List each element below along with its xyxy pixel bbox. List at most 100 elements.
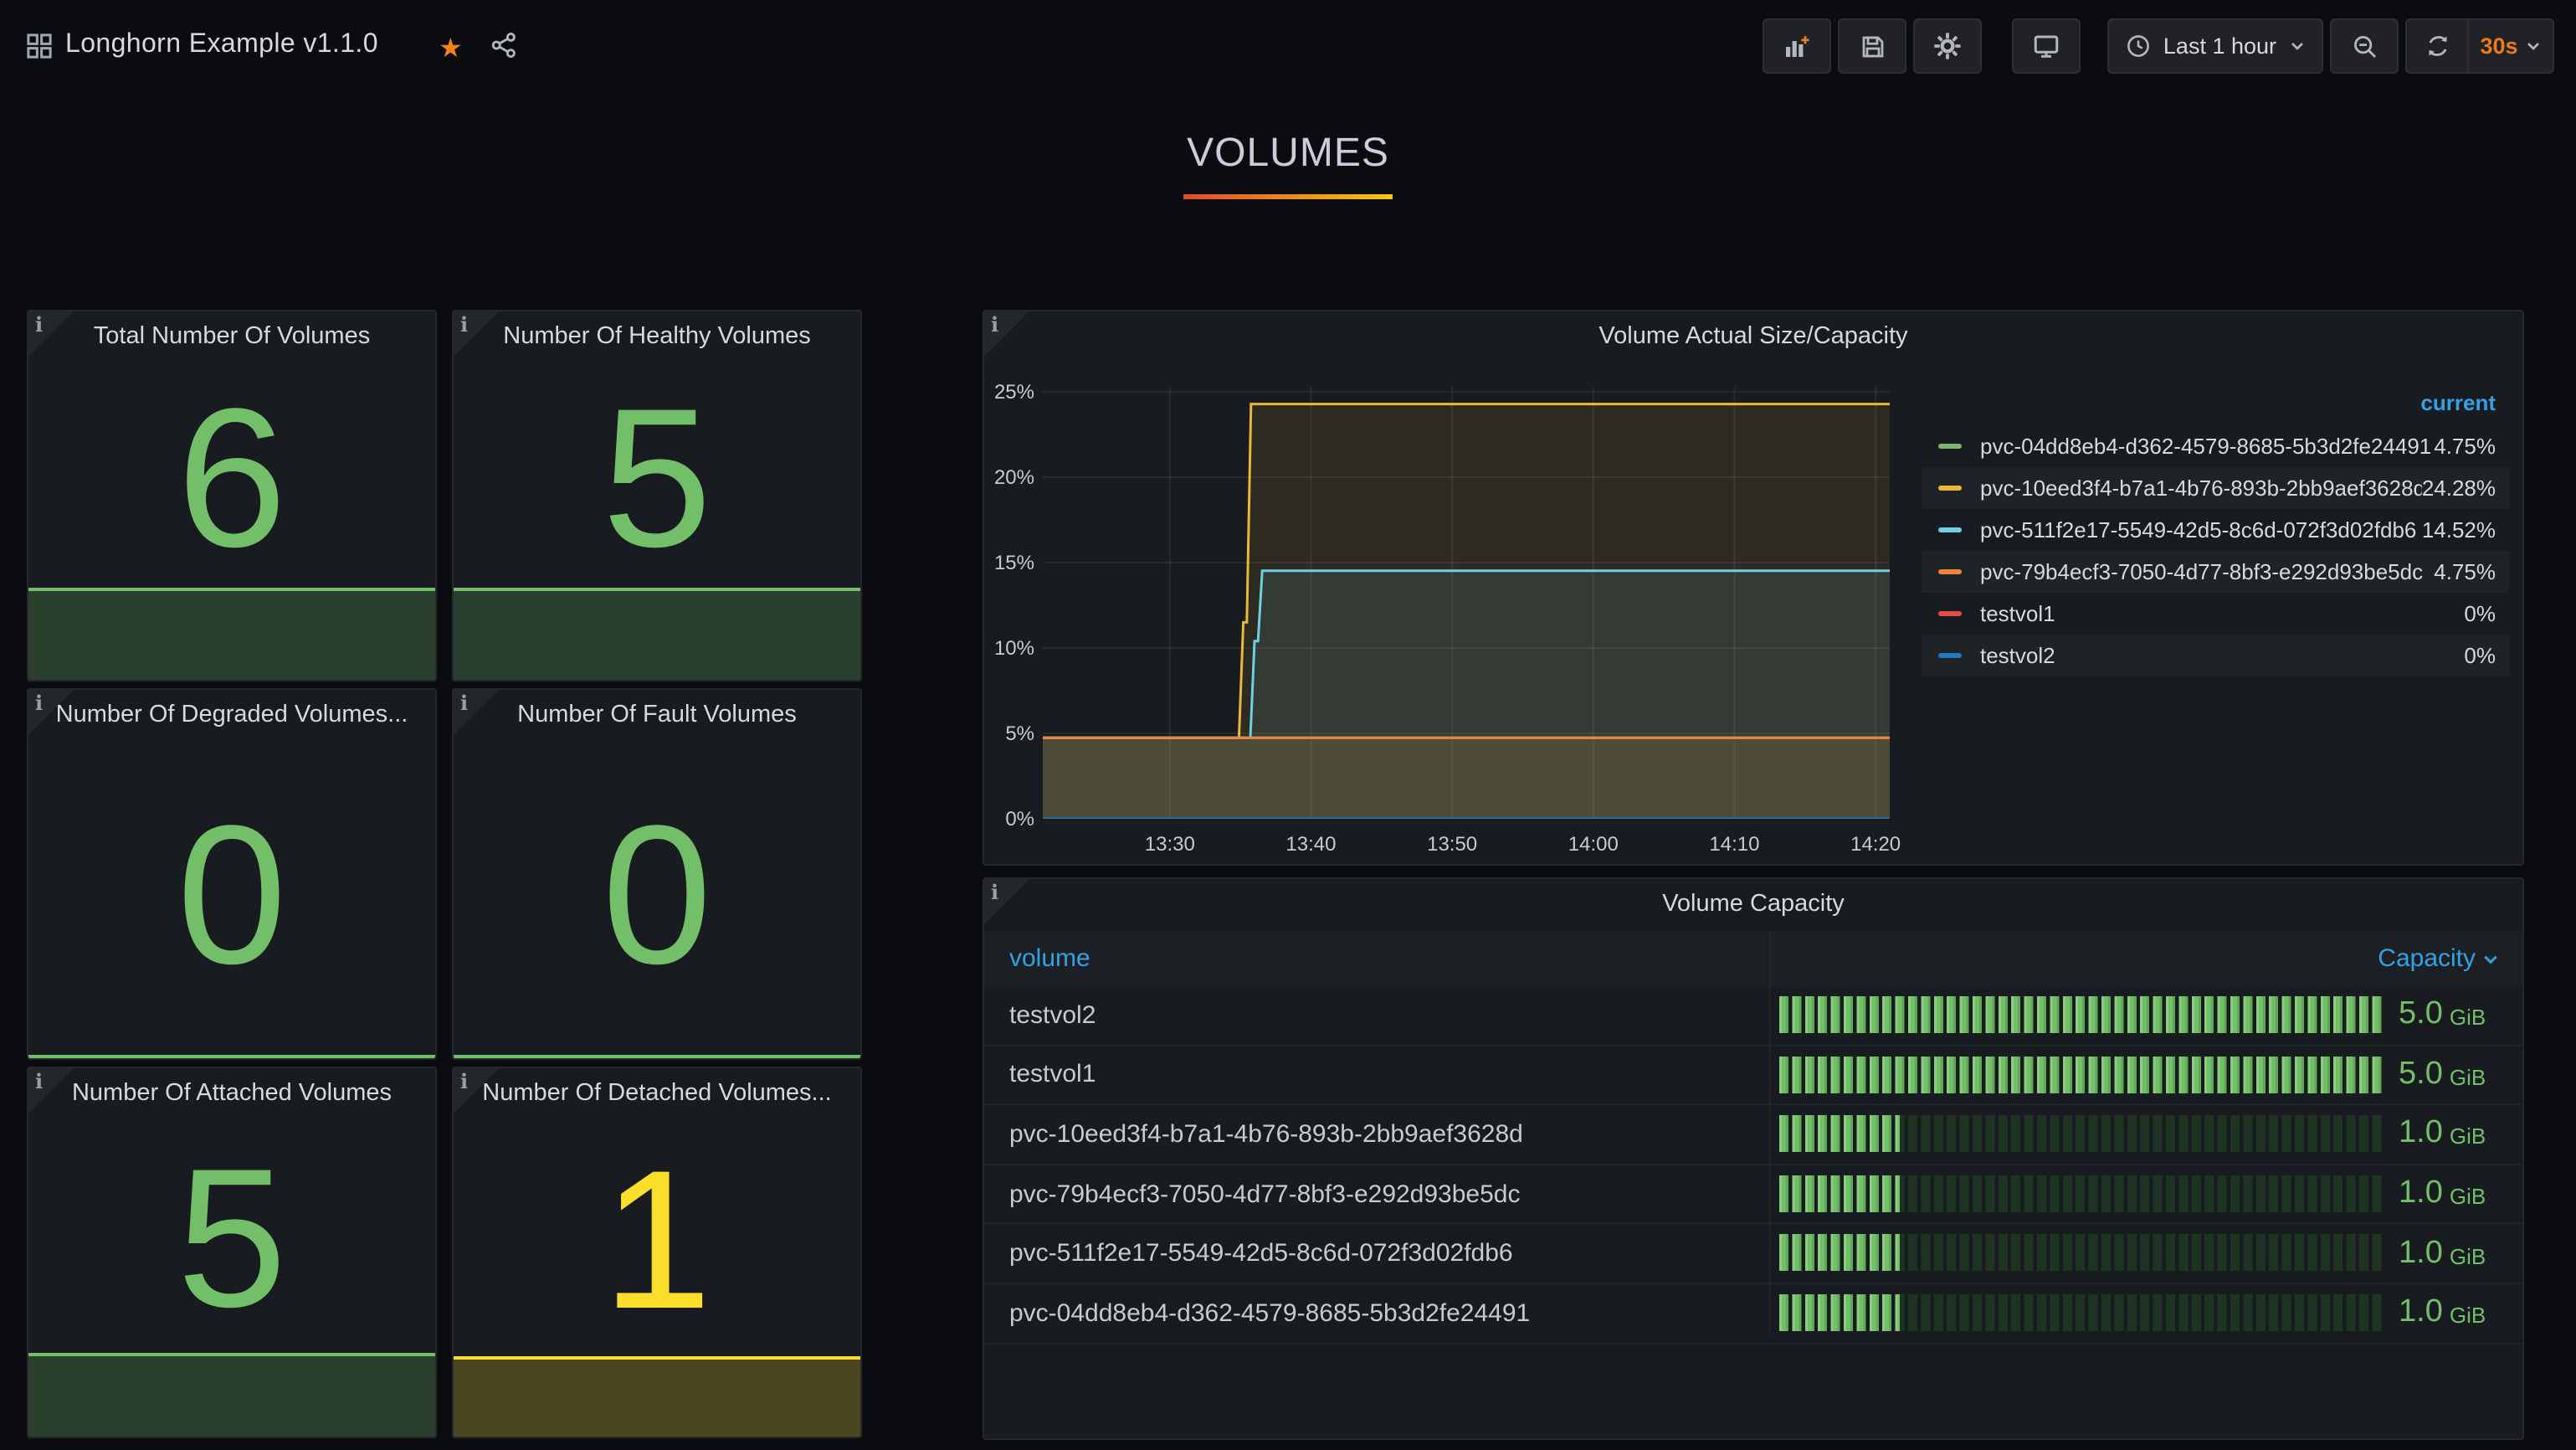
graph-panel-title[interactable]: Volume Actual Size/Capacity bbox=[984, 323, 2522, 350]
tv-mode-button[interactable] bbox=[2013, 18, 2081, 74]
x-tick-label: 13:50 bbox=[1415, 832, 1489, 856]
section-heading-underline bbox=[1183, 194, 1393, 198]
legend-series-current: 14.52% bbox=[2422, 517, 2496, 542]
legend-row[interactable]: pvc-04dd8eb4-d362-4579-8685-5b3d2fe24491… bbox=[1922, 425, 2509, 467]
chevron-down-icon bbox=[2527, 39, 2542, 54]
stat-panel-title[interactable]: Number Of Fault Volumes bbox=[454, 702, 860, 728]
stat-value: 0 bbox=[454, 747, 860, 1045]
cell-volume-name: testvol1 bbox=[1009, 1061, 1096, 1089]
legend-series-color bbox=[1938, 611, 1962, 616]
legend-row[interactable]: pvc-10eed3f4-b7a1-4b76-893b-2bb9aef3628d… bbox=[1922, 467, 2509, 509]
capacity-gauge bbox=[1779, 1115, 2385, 1152]
add-panel-button[interactable] bbox=[1763, 18, 1832, 74]
capacity-gauge bbox=[1779, 1235, 2385, 1272]
stat-panel-title[interactable]: Number Of Degraded Volumes... bbox=[28, 702, 435, 728]
legend-series-current: 0% bbox=[2464, 643, 2496, 668]
table-panel-title[interactable]: Volume Capacity bbox=[984, 891, 2522, 918]
stat-panel-title[interactable]: Total Number Of Volumes bbox=[28, 323, 435, 350]
legend-series-color bbox=[1938, 653, 1962, 658]
tv-mode-icon bbox=[2033, 32, 2061, 60]
y-tick-label: 0% bbox=[988, 807, 1034, 830]
chevron-down-icon bbox=[2290, 39, 2305, 54]
table-row[interactable]: pvc-10eed3f4-b7a1-4b76-893b-2bb9aef3628d… bbox=[984, 1105, 2522, 1165]
cell-volume-name: pvc-04dd8eb4-d362-4579-8685-5b3d2fe24491 bbox=[1009, 1299, 1530, 1328]
legend-series-name[interactable]: pvc-10eed3f4-b7a1-4b76-893b-2bb9aef3628d bbox=[1980, 476, 2422, 501]
legend-row[interactable]: pvc-79b4ecf3-7050-4d77-8bf3-e292d93be5dc… bbox=[1922, 551, 2509, 593]
zoom-out-icon bbox=[2351, 33, 2378, 59]
section-heading-text: VOLUMES bbox=[0, 131, 2576, 177]
x-tick-label: 14:10 bbox=[1697, 832, 1771, 856]
legend-row[interactable]: pvc-511f2e17-5549-42d5-8c6d-072f3d02fdb6… bbox=[1922, 509, 2509, 551]
refresh-interval-dropdown[interactable]: 30s bbox=[2467, 18, 2554, 74]
legend-series-name[interactable]: pvc-04dd8eb4-d362-4579-8685-5b3d2fe24491 bbox=[1980, 434, 2434, 459]
cell-capacity-value: 1.0GiB bbox=[2399, 1165, 2486, 1223]
stat-sparkline bbox=[454, 1356, 860, 1437]
column-header-volume[interactable]: volume bbox=[1009, 944, 2378, 973]
stat-sparkline bbox=[28, 588, 435, 680]
x-tick-label: 13:40 bbox=[1274, 832, 1347, 856]
legend-series-name[interactable]: testvol1 bbox=[1980, 601, 2464, 626]
legend-row[interactable]: testvol10% bbox=[1922, 593, 2509, 635]
stat-sparkline bbox=[28, 1353, 435, 1437]
table-row[interactable]: testvol2 5.0GiB bbox=[984, 986, 2522, 1046]
legend-current-header[interactable]: current bbox=[2420, 390, 2496, 415]
cell-volume-name: testvol2 bbox=[1009, 1001, 1096, 1030]
table-body: testvol25.0GiBtestvol15.0GiBpvc-10eed3f4… bbox=[984, 986, 2522, 1344]
favorite-star-icon[interactable]: ★ bbox=[439, 32, 463, 65]
graph-plot-area[interactable] bbox=[1043, 387, 1890, 819]
time-range-picker[interactable]: Last 1 hour bbox=[2108, 18, 2323, 74]
cell-capacity-value: 1.0GiB bbox=[2399, 1105, 2486, 1163]
stat-panel-1: iNumber Of Healthy Volumes5 bbox=[452, 310, 862, 681]
cell-capacity-value: 1.0GiB bbox=[2399, 1225, 2486, 1283]
table-row[interactable]: pvc-79b4ecf3-7050-4d77-8bf3-e292d93be5dc… bbox=[984, 1165, 2522, 1225]
stat-panel-title[interactable]: Number Of Attached Volumes bbox=[28, 1080, 435, 1107]
legend-series-color bbox=[1938, 444, 1962, 449]
legend-series-name[interactable]: testvol2 bbox=[1980, 643, 2464, 668]
cell-capacity-value: 5.0GiB bbox=[2399, 1046, 2486, 1103]
stat-panel-title[interactable]: Number Of Healthy Volumes bbox=[454, 323, 860, 350]
time-range-label: Last 1 hour bbox=[2163, 33, 2276, 59]
capacity-gauge bbox=[1779, 996, 2385, 1033]
capacity-gauge bbox=[1779, 1175, 2385, 1212]
refresh-button[interactable] bbox=[2405, 18, 2467, 74]
stat-panel-title[interactable]: Number Of Detached Volumes... bbox=[454, 1080, 860, 1107]
stat-value: 6 bbox=[28, 368, 435, 588]
stat-panel-2: iNumber Of Degraded Volumes...0 bbox=[27, 688, 437, 1060]
legend-series-color bbox=[1938, 527, 1962, 532]
table-row[interactable]: pvc-04dd8eb4-d362-4579-8685-5b3d2fe24491… bbox=[984, 1284, 2522, 1344]
cell-capacity-value: 1.0GiB bbox=[2399, 1284, 2486, 1342]
zoom-out-button[interactable] bbox=[2330, 18, 2399, 74]
legend-series-current: 24.28% bbox=[2422, 476, 2496, 501]
settings-gear-icon bbox=[1934, 32, 1963, 60]
y-tick-label: 25% bbox=[988, 380, 1034, 404]
stat-panels-grid: iTotal Number Of Volumes6iNumber Of Heal… bbox=[27, 310, 862, 1437]
cell-capacity-value: 5.0GiB bbox=[2399, 986, 2486, 1044]
refresh-controls: 30s bbox=[2405, 18, 2554, 74]
table-row[interactable]: pvc-511f2e17-5549-42d5-8c6d-072f3d02fdb6… bbox=[984, 1225, 2522, 1284]
save-dashboard-button[interactable] bbox=[1839, 18, 1907, 74]
stat-panel-0: iTotal Number Of Volumes6 bbox=[27, 310, 437, 681]
legend-series-current: 4.75% bbox=[2434, 434, 2496, 459]
cell-volume-name: pvc-10eed3f4-b7a1-4b76-893b-2bb9aef3628d bbox=[1009, 1120, 1523, 1149]
dashboard-title[interactable]: Longhorn Example v1.1.0 bbox=[65, 30, 378, 60]
y-tick-label: 5% bbox=[988, 722, 1034, 745]
add-panel-icon bbox=[1783, 32, 1812, 60]
table-header-row: volume Capacity bbox=[984, 931, 2522, 986]
legend-series-name[interactable]: pvc-79b4ecf3-7050-4d77-8bf3-e292d93be5dc bbox=[1980, 559, 2434, 584]
dashboard-settings-button[interactable] bbox=[1914, 18, 1983, 74]
refresh-icon bbox=[2425, 33, 2450, 59]
table-row[interactable]: testvol1 5.0GiB bbox=[984, 1046, 2522, 1105]
y-tick-label: 15% bbox=[988, 551, 1034, 574]
legend-series-current: 0% bbox=[2464, 601, 2496, 626]
navbar: Longhorn Example v1.1.0 ★ bbox=[0, 0, 2576, 92]
x-tick-label: 13:30 bbox=[1133, 832, 1207, 856]
dashboards-grid-icon[interactable] bbox=[27, 33, 52, 59]
stat-value: 5 bbox=[28, 1125, 435, 1353]
share-icon[interactable] bbox=[490, 32, 517, 59]
stat-panel-5: iNumber Of Detached Volumes...1 bbox=[452, 1067, 862, 1438]
refresh-interval-label: 30s bbox=[2480, 33, 2517, 59]
legend-row[interactable]: testvol20% bbox=[1922, 635, 2509, 676]
dashboard-root: Longhorn Example v1.1.0 ★ bbox=[0, 0, 2576, 1450]
column-header-capacity[interactable]: Capacity bbox=[2378, 944, 2499, 973]
legend-series-name[interactable]: pvc-511f2e17-5549-42d5-8c6d-072f3d02fdb6 bbox=[1980, 517, 2422, 542]
